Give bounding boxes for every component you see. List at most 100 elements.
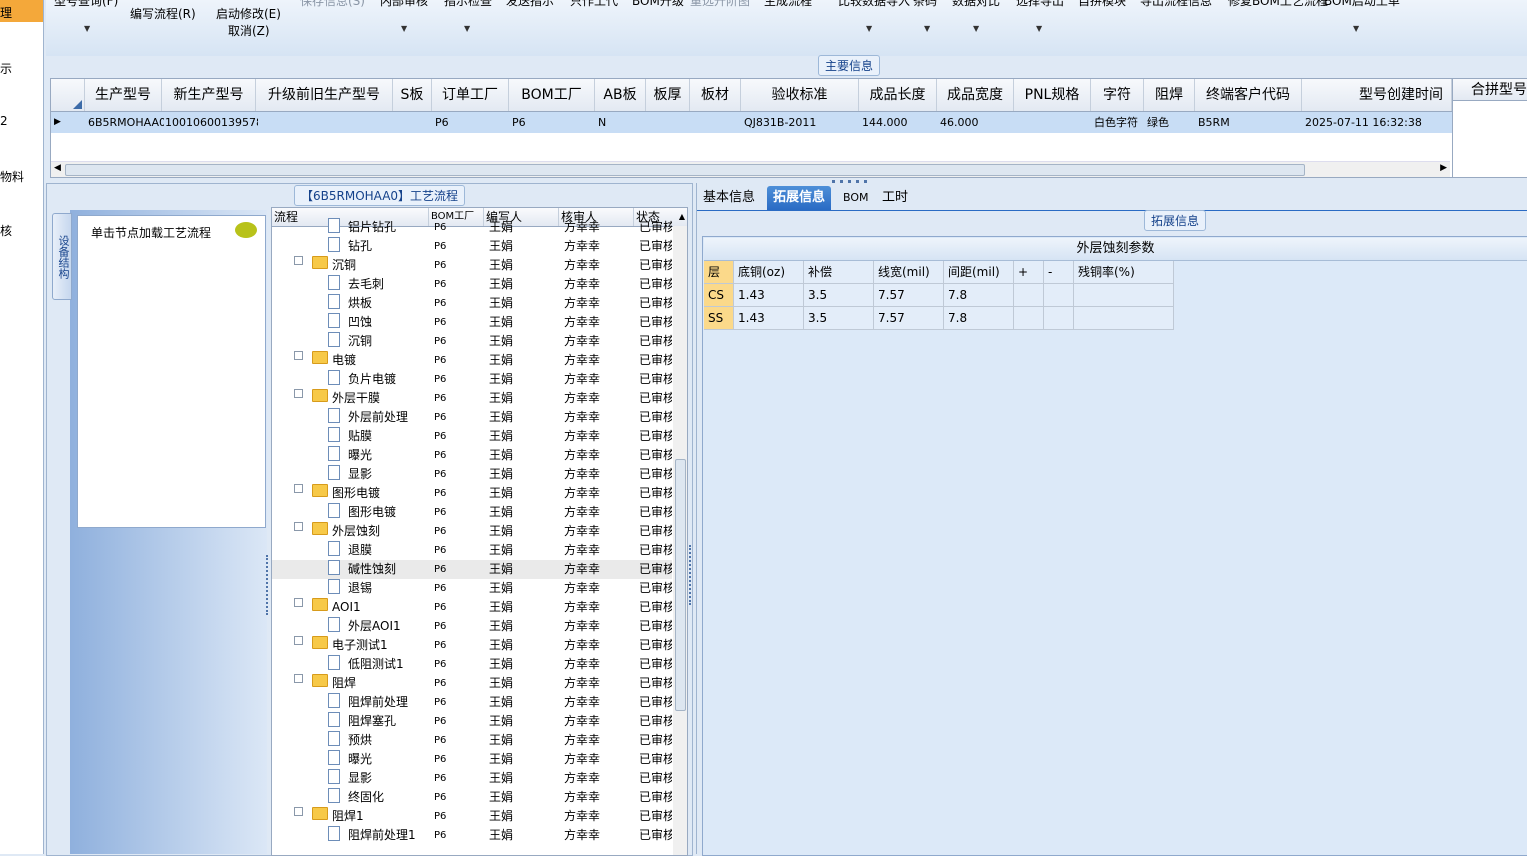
column-header[interactable]: 阻焊	[1144, 79, 1195, 111]
table-cell[interactable]: 6B5RMOHAA0	[85, 112, 164, 133]
table-cell[interactable]	[1014, 112, 1093, 133]
column-header[interactable]: 生产型号	[85, 79, 162, 111]
table-cell[interactable]	[646, 112, 692, 133]
tree-row[interactable]: − 图形电镀 P6 王娟 方幸幸 已审核	[272, 484, 672, 503]
table-cell[interactable]: P6	[432, 112, 511, 133]
table-cell[interactable]	[690, 112, 743, 133]
column-header[interactable]: 型号创建时间	[1302, 79, 1452, 111]
tab-work-hours[interactable]: 工时	[876, 186, 914, 210]
tree-row[interactable]: − 阻焊1 P6 王娟 方幸幸 已审核	[272, 807, 672, 826]
scrollbar-thumb[interactable]	[65, 164, 1305, 176]
write-flow-button[interactable]: 编写流程(R)	[130, 5, 196, 22]
param-cell[interactable]: 7.8	[944, 284, 1014, 307]
toolbar-button[interactable]: 型号查询(F)	[54, 0, 118, 9]
left-nav-item[interactable]: 理	[0, 4, 12, 21]
scroll-up-icon[interactable]: ▲	[679, 212, 685, 221]
scroll-left-icon[interactable]: ◀	[54, 163, 61, 173]
tree-row[interactable]: 外层AOI1 P6 王娟 方幸幸 已审核	[272, 617, 672, 636]
param-cell[interactable]	[1074, 284, 1174, 307]
toolbar-button[interactable]: 保存信息(S)	[300, 0, 365, 9]
tree-row[interactable]: 凹蚀 P6 王娟 方幸幸 已审核	[272, 313, 672, 332]
scroll-right-icon[interactable]: ▶	[1440, 163, 1447, 173]
splitter-grip[interactable]	[689, 545, 695, 605]
tree-row[interactable]: 烘板 P6 王娟 方幸幸 已审核	[272, 294, 672, 313]
toolbar-button[interactable]: 自拼模块	[1078, 0, 1126, 9]
column-header[interactable]: 新生产型号	[162, 79, 256, 111]
param-cell[interactable]	[1044, 284, 1074, 307]
collapse-icon[interactable]: −	[294, 256, 303, 265]
chevron-down-icon[interactable]: ▼	[1036, 24, 1042, 33]
column-header[interactable]: 成品长度	[859, 79, 937, 111]
toolbar-button[interactable]: BOM升级	[632, 0, 684, 9]
tab-bom[interactable]: BOM	[837, 186, 875, 210]
column-header[interactable]: 订单工厂	[432, 79, 509, 111]
toolbar-button[interactable]: 选择导出	[1016, 0, 1064, 9]
collapse-icon[interactable]: −	[294, 351, 303, 360]
table-cell[interactable]: 绿色	[1144, 112, 1197, 133]
toolbar-button[interactable]: 导出流程信息	[1140, 0, 1212, 9]
tree-row[interactable]: 阻焊前处理 P6 王娟 方幸幸 已审核	[272, 693, 672, 712]
tree-row[interactable]: 退锡 P6 王娟 方幸幸 已审核	[272, 579, 672, 598]
tree-row[interactable]: 铝片钻孔 P6 王娟 方幸幸 已审核	[272, 218, 672, 237]
table-row[interactable]: ▶ 6B5RMOHAA0 10010600139578 P6 P6 N QJ83…	[51, 112, 1452, 133]
tree-row[interactable]: 终固化 P6 王娟 方幸幸 已审核	[272, 788, 672, 807]
horizontal-scrollbar[interactable]: ◀ ▶	[51, 161, 1450, 177]
toolbar-button[interactable]: 内部审核	[380, 0, 428, 9]
chevron-down-icon[interactable]: ▼	[464, 24, 470, 33]
column-header[interactable]: AB板	[595, 79, 646, 111]
cancel-button[interactable]: 取消(Z)	[228, 22, 270, 39]
param-cell[interactable]	[1014, 307, 1044, 330]
left-nav-item[interactable]: 2	[0, 114, 8, 128]
column-header[interactable]: 板厚	[646, 79, 690, 111]
collapse-icon[interactable]: −	[294, 807, 303, 816]
column-header[interactable]: 验收标准	[741, 79, 859, 111]
tree-row[interactable]: − 沉铜 P6 王娟 方幸幸 已审核	[272, 256, 672, 275]
column-header[interactable]: 板材	[690, 79, 741, 111]
param-cell[interactable]: 1.43	[734, 284, 804, 307]
column-header[interactable]: 成品宽度	[937, 79, 1014, 111]
chevron-down-icon[interactable]: ▼	[973, 24, 979, 33]
collapse-icon[interactable]: −	[294, 389, 303, 398]
toolbar-button[interactable]: 发送指示	[506, 0, 554, 9]
table-cell[interactable]: QJ831B-2011	[741, 112, 861, 133]
toolbar-button[interactable]: 指示检查	[444, 0, 492, 9]
tree-row[interactable]: 去毛刺 P6 王娟 方幸幸 已审核	[272, 275, 672, 294]
column-header[interactable]: 字符	[1091, 79, 1144, 111]
table-cell[interactable]: 10010600139578	[162, 112, 258, 133]
chevron-down-icon[interactable]: ▼	[84, 24, 90, 33]
toolbar-button[interactable]: BOM启动工单	[1324, 0, 1400, 9]
tree-row[interactable]: 外层前处理 P6 王娟 方幸幸 已审核	[272, 408, 672, 427]
tab-basic-info[interactable]: 基本信息	[697, 186, 761, 210]
toolbar-button[interactable]: 修复BOM工艺流程	[1228, 0, 1328, 9]
collapse-icon[interactable]: −	[294, 636, 303, 645]
tree-row[interactable]: 沉铜 P6 王娟 方幸幸 已审核	[272, 332, 672, 351]
table-cell[interactable]	[393, 112, 434, 133]
chevron-down-icon[interactable]: ▼	[924, 24, 930, 33]
toolbar-button[interactable]: 重选升阶图	[690, 0, 750, 9]
collapse-icon[interactable]: −	[294, 484, 303, 493]
toolbar-button[interactable]: 只作工代	[570, 0, 618, 9]
tree-row[interactable]: − 外层干膜 P6 王娟 方幸幸 已审核	[272, 389, 672, 408]
param-cell[interactable]: 7.8	[944, 307, 1014, 330]
param-cell[interactable]	[1044, 307, 1074, 330]
tree-row[interactable]: − 电子测试1 P6 王娟 方幸幸 已审核	[272, 636, 672, 655]
param-cell[interactable]: 3.5	[804, 307, 874, 330]
tree-row[interactable]: 显影 P6 王娟 方幸幸 已审核	[272, 465, 672, 484]
table-cell[interactable]: 144.000	[859, 112, 939, 133]
tree-row[interactable]: − 阻焊 P6 王娟 方幸幸 已审核	[272, 674, 672, 693]
tree-row[interactable]: − AOI1 P6 王娟 方幸幸 已审核	[272, 598, 672, 617]
column-header[interactable]: 升级前旧生产型号	[256, 79, 393, 111]
collapse-icon[interactable]: −	[294, 522, 303, 531]
scrollbar-thumb[interactable]	[675, 459, 686, 711]
table-cell[interactable]: B5RM	[1195, 112, 1304, 133]
column-header[interactable]: 终端客户代码	[1195, 79, 1302, 111]
column-header[interactable]: BOM工厂	[509, 79, 595, 111]
tree-row[interactable]: 曝光 P6 王娟 方幸幸 已审核	[272, 750, 672, 769]
param-cell[interactable]: 3.5	[804, 284, 874, 307]
vertical-scrollbar[interactable]	[673, 226, 687, 855]
equipment-tree[interactable]: 单击节点加载工艺流程	[77, 215, 266, 528]
equipment-structure-tab[interactable]: 设备结构	[52, 213, 72, 300]
tree-row[interactable]: − 外层蚀刻 P6 王娟 方幸幸 已审核	[272, 522, 672, 541]
table-cell[interactable]: 2025-07-11 16:32:38	[1302, 112, 1452, 133]
table-cell[interactable]: N	[595, 112, 648, 133]
